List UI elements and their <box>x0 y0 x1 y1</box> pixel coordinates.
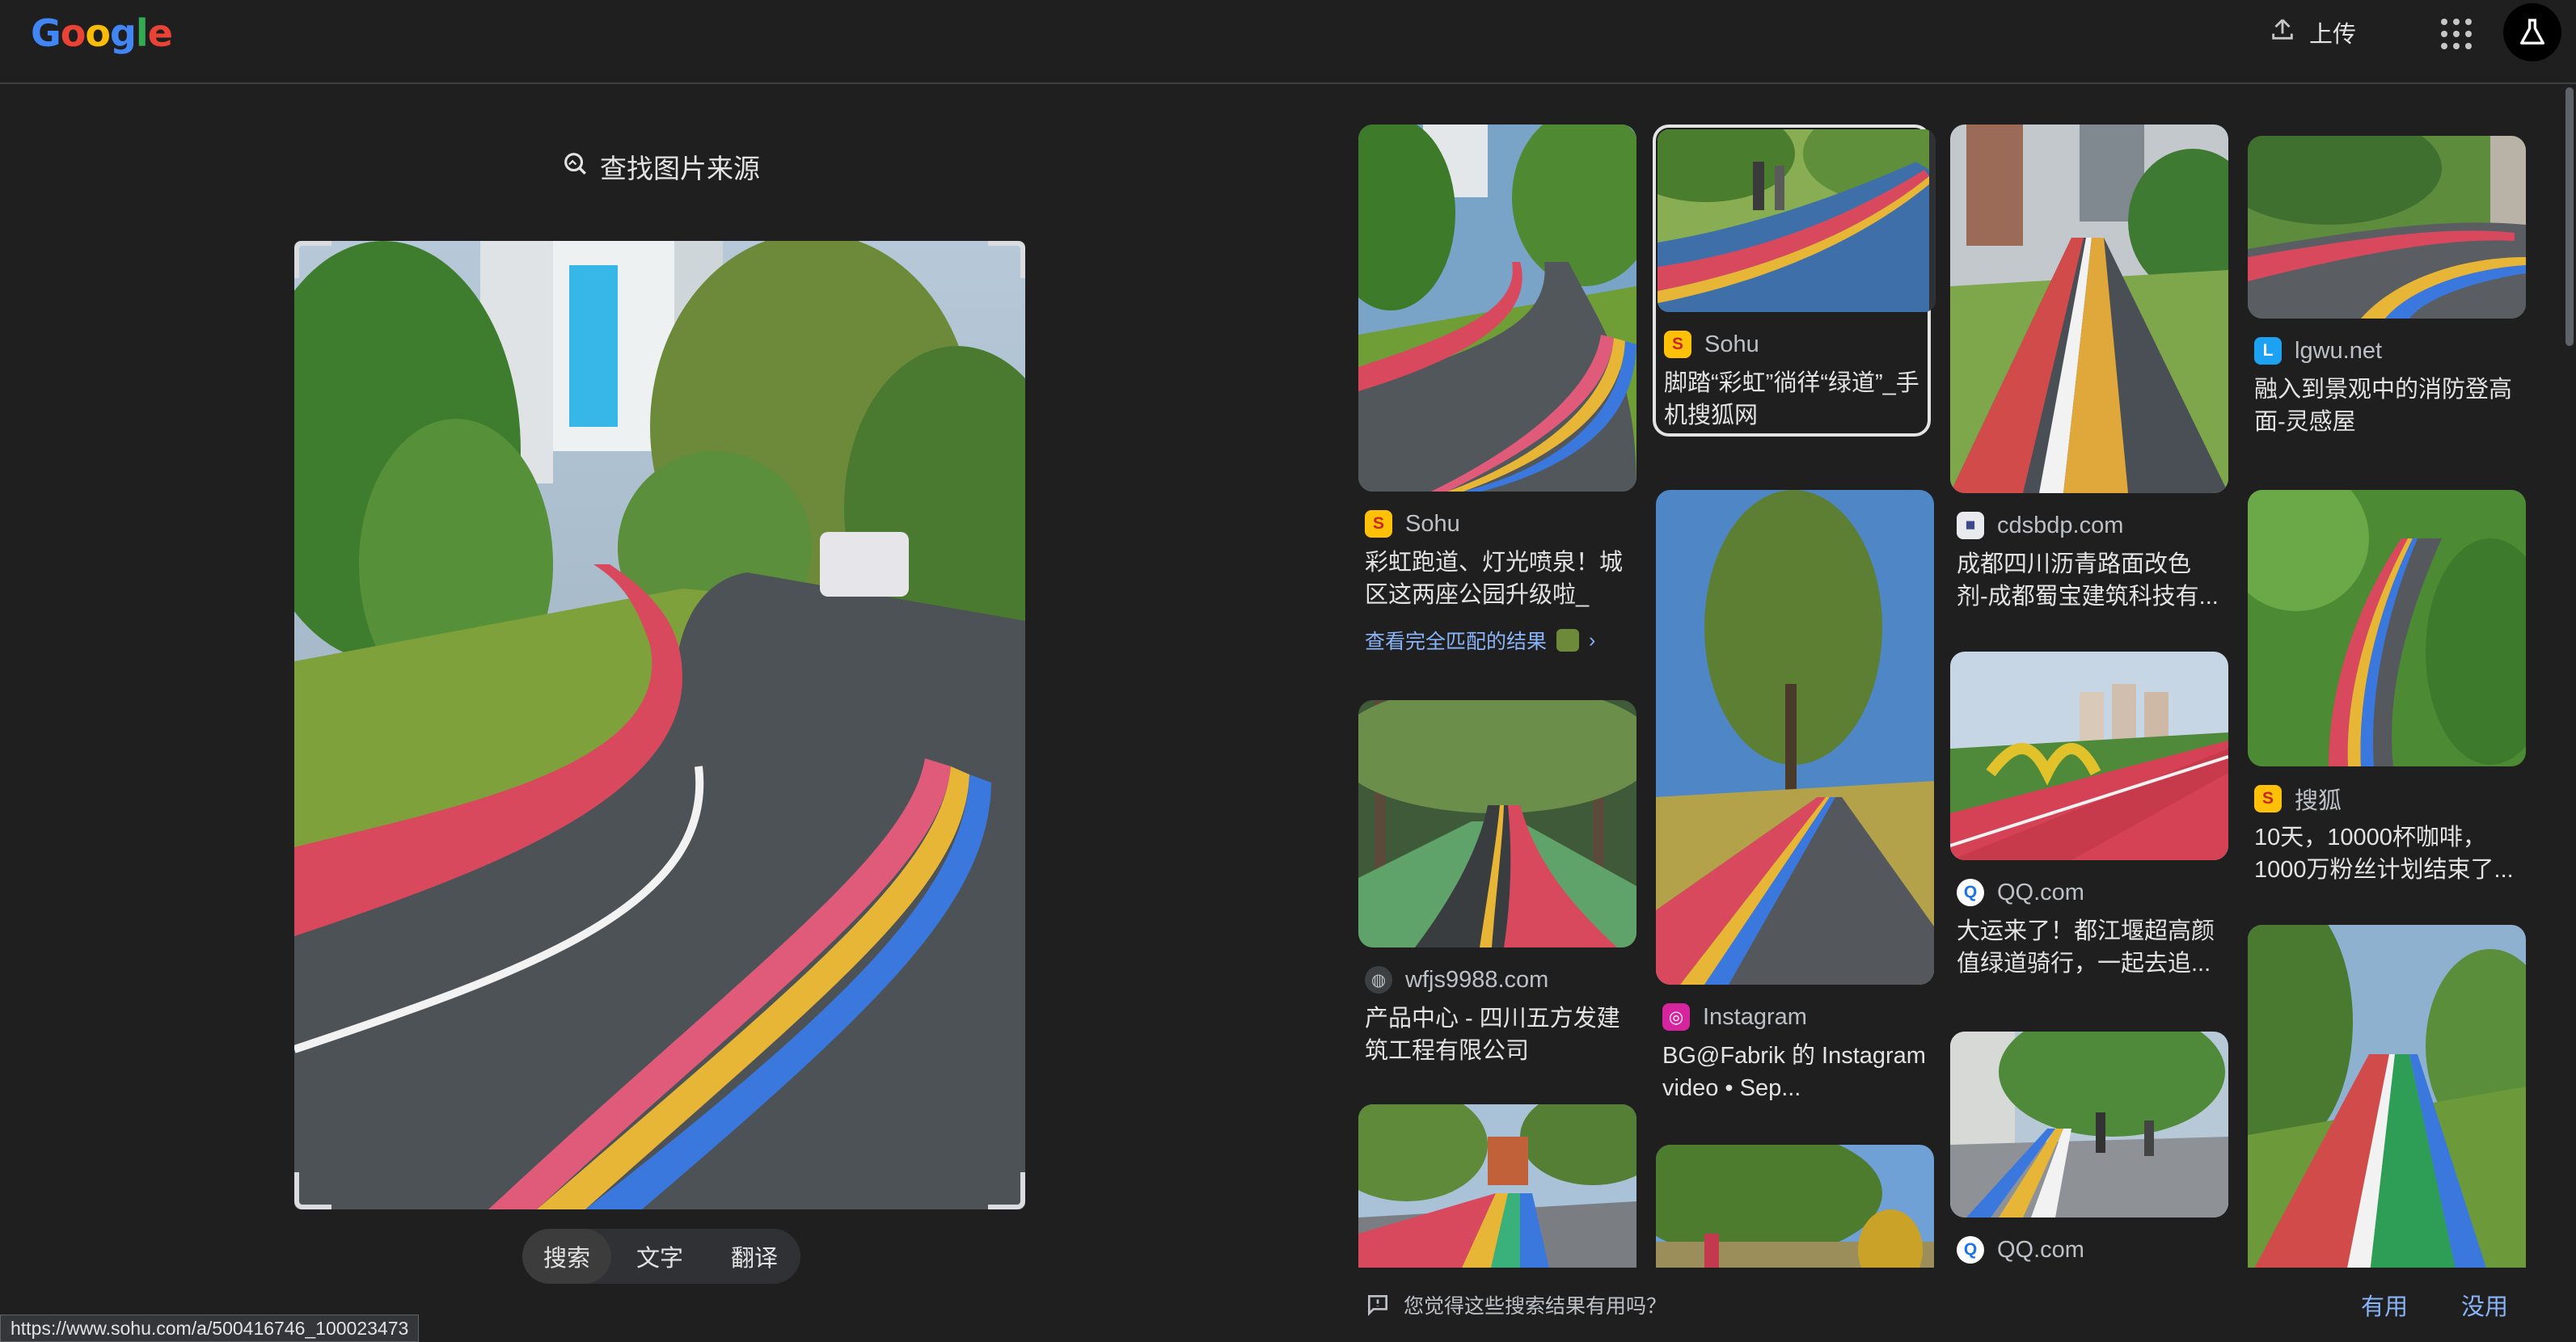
result-source-name: wfjs9988.com <box>1405 966 1549 993</box>
sohu-icon: S <box>1664 331 1691 358</box>
feedback-icon <box>1365 1292 1391 1322</box>
find-image-source-button[interactable]: 查找图片来源 <box>561 146 760 188</box>
sohu-icon: S <box>2254 785 2282 812</box>
exact-matches-link[interactable]: 查看完全匹配的结果 › <box>1358 626 1636 655</box>
upload-button[interactable]: 上传 <box>2256 10 2369 55</box>
logo-letter: e <box>147 11 173 55</box>
result-card[interactable]: L lgwu.net 融入到景观中的消防登高面-灵感屋 <box>2248 136 2526 438</box>
exact-match-thumb-icon <box>1556 629 1580 652</box>
result-source-name: Sohu <box>1704 331 1759 357</box>
result-title[interactable]: 彩虹跑道、灯光喷泉！城区这两座公园升级啦_手... <box>1358 547 1636 611</box>
mode-text-tab[interactable]: 文字 <box>611 1229 708 1284</box>
result-source-name: 搜狐 <box>2295 788 2342 814</box>
crop-handle[interactable] <box>294 1172 332 1209</box>
logo-letter: l <box>135 11 149 55</box>
mode-search-tab[interactable]: 搜索 <box>522 1229 611 1284</box>
result-thumbnail[interactable] <box>1950 652 2228 860</box>
result-card[interactable]: ◍ wfjs9988.com 产品中心 - 四川五方发建筑工程有限公司 <box>1358 700 1636 1067</box>
chevron-right-icon: › <box>1589 628 1596 652</box>
result-thumbnail[interactable] <box>1358 124 1636 492</box>
exact-matches-label: 查看完全匹配的结果 <box>1365 631 1548 653</box>
result-thumbnail[interactable] <box>1950 124 2228 493</box>
result-card[interactable] <box>1656 1145 1934 1268</box>
result-source[interactable]: Q QQ.com <box>1950 1234 2228 1266</box>
result-thumbnail[interactable] <box>2248 490 2526 766</box>
image-search-icon <box>561 150 589 184</box>
find-source-label: 查找图片来源 <box>600 154 760 184</box>
feedback-yes-button[interactable]: 有用 <box>2361 1288 2408 1322</box>
result-title[interactable]: 大运来了！都江堰超高颜值绿道骑行，一起去追... <box>1950 915 2228 980</box>
result-source-name: Instagram <box>1703 1003 1807 1030</box>
result-thumbnail[interactable] <box>1656 490 1934 985</box>
result-card[interactable] <box>2248 925 2526 1268</box>
status-url-tooltip: https://www.sohu.com/a/500416746_1000234… <box>0 1315 420 1342</box>
result-card[interactable]: Q QQ.com <box>1950 1032 2228 1266</box>
globe-icon: ◍ <box>1365 966 1392 994</box>
qq-icon: Q <box>1957 879 1984 906</box>
result-card[interactable]: ◎ Instagram BG@Fabrik 的 Instagram video … <box>1656 490 1934 1104</box>
result-card[interactable]: S 搜狐 10天，10000杯咖啡，1000万粉丝计划结束了... <box>2248 490 2526 886</box>
result-thumbnail[interactable] <box>1656 1145 1934 1268</box>
result-card-selected[interactable]: S Sohu 脚踏“彩虹”徜徉“绿道”_手机搜狐网 <box>1653 124 1936 437</box>
lgwu-icon: L <box>2254 337 2282 365</box>
result-card[interactable]: Q QQ.com 大运来了！都江堰超高颜值绿道骑行，一起去追... <box>1950 652 2228 980</box>
crop-handle[interactable] <box>988 241 1025 278</box>
top-bar: Google 上传 <box>0 0 2576 84</box>
result-source[interactable]: Q QQ.com <box>1950 876 2228 909</box>
result-title[interactable]: BG@Fabrik 的 Instagram video • Sep... <box>1656 1040 1934 1104</box>
result-source-name: lgwu.net <box>2295 337 2383 364</box>
result-thumbnail[interactable] <box>1358 700 1636 947</box>
result-card[interactable]: S Sohu 彩虹跑道、灯光喷泉！城区这两座公园升级啦_手... 查看完全匹配的… <box>1358 124 1636 655</box>
logo-letter: G <box>31 11 61 55</box>
result-thumbnail[interactable] <box>1950 1032 2228 1218</box>
cdsbdp-icon: ■ <box>1957 512 1984 539</box>
apps-grid-icon[interactable] <box>2439 16 2472 49</box>
result-title[interactable]: 产品中心 - 四川五方发建筑工程有限公司 <box>1358 1002 1636 1067</box>
result-source-name: QQ.com <box>1997 879 2084 905</box>
result-title[interactable]: 脚踏“彩虹”徜徉“绿道”_手机搜狐网 <box>1658 367 1926 432</box>
instagram-icon: ◎ <box>1662 1003 1690 1031</box>
logo-letter: o <box>85 11 111 55</box>
result-source[interactable]: S Sohu <box>1658 328 1926 361</box>
logo-letter: o <box>60 11 87 55</box>
lens-mode-toggle: 搜索 文字 翻译 <box>522 1229 800 1284</box>
result-title[interactable]: 成都四川沥青路面改色剂-成都蜀宝建筑科技有... <box>1950 548 2228 613</box>
result-title[interactable]: 10天，10000杯咖啡，1000万粉丝计划结束了... <box>2248 821 2526 886</box>
google-logo[interactable]: Google <box>31 11 173 55</box>
result-thumbnail[interactable] <box>2248 136 2526 319</box>
labs-flask-icon[interactable] <box>2503 3 2561 61</box>
result-source-name: Sohu <box>1405 510 1460 537</box>
results-scrollbar[interactable] <box>2563 84 2576 1342</box>
result-source-name: QQ.com <box>1997 1236 2084 1263</box>
qq-icon: Q <box>1957 1236 1984 1264</box>
query-image[interactable] <box>294 241 1025 1209</box>
visual-matches-grid: S Sohu 彩虹跑道、灯光喷泉！城区这两座公园升级啦_手... 查看完全匹配的… <box>1358 121 2531 1268</box>
feedback-no-button[interactable]: 没用 <box>2461 1288 2508 1322</box>
feedback-question: 您觉得这些搜索结果有用吗？ <box>1404 1295 1667 1318</box>
result-card[interactable]: ■ cdsbdp.com 成都四川沥青路面改色剂-成都蜀宝建筑科技有... <box>1950 124 2228 613</box>
result-source[interactable]: S 搜狐 <box>2248 783 2526 815</box>
result-thumbnail[interactable] <box>1358 1104 1636 1268</box>
upload-label: 上传 <box>2309 22 2357 48</box>
result-title[interactable]: 融入到景观中的消防登高面-灵感屋 <box>2248 373 2526 438</box>
logo-letter: g <box>109 11 137 55</box>
result-thumbnail[interactable] <box>1658 129 1936 312</box>
upload-icon <box>2269 15 2296 49</box>
crop-handle[interactable] <box>988 1172 1025 1209</box>
result-thumbnail[interactable] <box>2248 925 2526 1268</box>
mode-translate-tab[interactable]: 翻译 <box>708 1229 800 1284</box>
feedback-bar: 您觉得这些搜索结果有用吗？ 有用 没用 <box>1358 1268 2531 1342</box>
crop-handle[interactable] <box>294 241 332 278</box>
result-source[interactable]: ◍ wfjs9988.com <box>1358 964 1636 996</box>
result-card[interactable] <box>1358 1104 1636 1268</box>
result-source[interactable]: ◎ Instagram <box>1656 1001 1934 1033</box>
sohu-icon: S <box>1365 510 1392 538</box>
result-source-name: cdsbdp.com <box>1997 512 2124 538</box>
result-source[interactable]: L lgwu.net <box>2248 335 2526 367</box>
result-source[interactable]: ■ cdsbdp.com <box>1950 509 2228 542</box>
scrollbar-thumb[interactable] <box>2565 87 2574 346</box>
result-source[interactable]: S Sohu <box>1358 508 1636 540</box>
